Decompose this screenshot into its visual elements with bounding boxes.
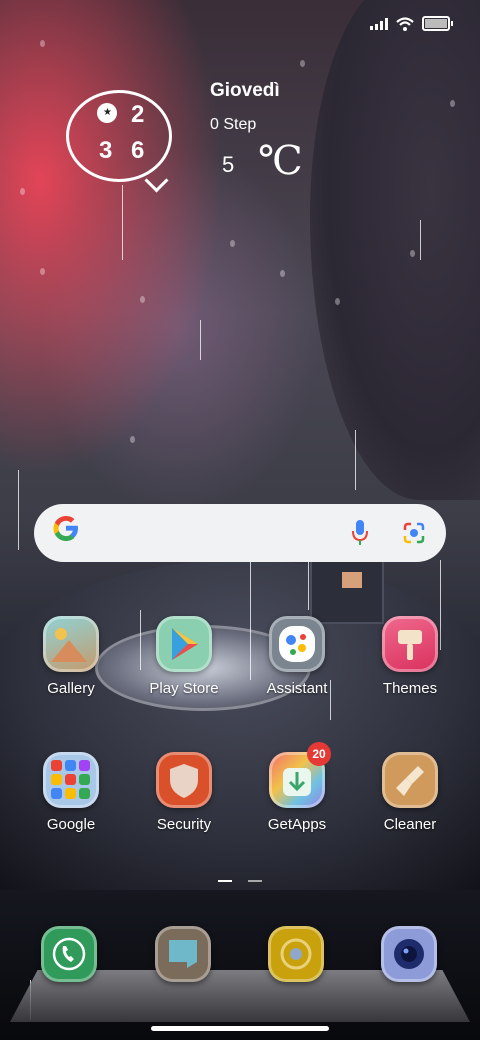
google-logo-icon — [53, 516, 78, 541]
lens-icon[interactable] — [402, 521, 426, 545]
page-indicator — [218, 880, 262, 882]
rain-drop — [140, 296, 145, 303]
app-getapps[interactable]: 20 GetApps — [247, 742, 347, 833]
rain-drop — [450, 100, 455, 107]
camera-icon[interactable] — [381, 926, 437, 982]
app-assistant[interactable]: Assistant — [247, 616, 347, 697]
app-label: Themes — [382, 680, 438, 697]
page-dot-active — [218, 880, 232, 882]
clock-digit: 2 — [131, 101, 145, 128]
notification-badge: 20 — [307, 742, 331, 766]
app-label: GetApps — [267, 816, 327, 833]
rain-drop — [280, 270, 285, 277]
wallpaper-ground — [0, 560, 480, 890]
app-label: Security — [156, 816, 212, 833]
assistant-icon — [269, 616, 325, 672]
weekday-label: Giovedì — [210, 80, 280, 101]
wallpaper-cabin — [310, 560, 384, 624]
rain-streak — [122, 185, 123, 260]
rain-streak — [420, 220, 421, 260]
rain-drop — [20, 188, 25, 195]
app-gallery[interactable]: Gallery — [21, 616, 121, 697]
rain-drop — [40, 40, 45, 47]
temperature-value: 5 — [222, 152, 235, 177]
home-gesture-bar[interactable] — [151, 1026, 329, 1031]
chrome-icon[interactable] — [268, 926, 324, 982]
getapps-icon: 20 — [269, 742, 331, 808]
page-dot — [248, 880, 262, 882]
rain-drop — [130, 436, 135, 443]
google-folder-icon — [43, 752, 99, 808]
app-label: Cleaner — [383, 816, 437, 833]
step-count: 0 Step — [210, 116, 257, 133]
rain-streak — [18, 470, 19, 550]
battery-icon — [422, 16, 453, 31]
google-search-bar[interactable] — [34, 504, 446, 562]
app-themes[interactable]: Themes — [360, 616, 460, 697]
app-label: Play Store — [149, 680, 219, 697]
messages-icon[interactable] — [155, 926, 211, 982]
phone-icon[interactable] — [41, 926, 97, 982]
rain-drop — [230, 240, 235, 247]
app-google-folder[interactable]: Google — [21, 752, 121, 833]
temperature-unit: ℃ — [258, 138, 303, 184]
security-icon — [156, 752, 212, 808]
app-play-store[interactable]: Play Store — [134, 616, 234, 697]
rain-streak — [200, 320, 201, 360]
app-cleaner[interactable]: Cleaner — [360, 752, 460, 833]
themes-icon — [382, 616, 438, 672]
app-security[interactable]: Security — [134, 752, 234, 833]
rain-drop — [300, 60, 305, 67]
rain-drop — [40, 268, 45, 275]
rain-drop — [410, 250, 415, 257]
app-label: Gallery — [47, 680, 95, 697]
cleaner-icon — [382, 752, 438, 808]
clock-digit: 6 — [131, 137, 145, 164]
signal-icon — [370, 17, 388, 30]
wallpaper-cliff — [310, 0, 480, 500]
wifi-icon — [396, 16, 414, 31]
status-bar — [370, 16, 453, 31]
clock-widget[interactable]: ★ 2 3 6 — [66, 90, 172, 182]
rain-drop — [335, 298, 340, 305]
app-label: Assistant — [266, 680, 328, 697]
clock-digit: 3 — [99, 137, 113, 164]
play-store-icon — [156, 616, 212, 672]
clock-digit: ★ — [97, 103, 117, 123]
mic-icon[interactable] — [352, 520, 368, 546]
gallery-icon — [43, 616, 99, 672]
app-label: Google — [46, 816, 96, 833]
rain-streak — [355, 430, 356, 490]
